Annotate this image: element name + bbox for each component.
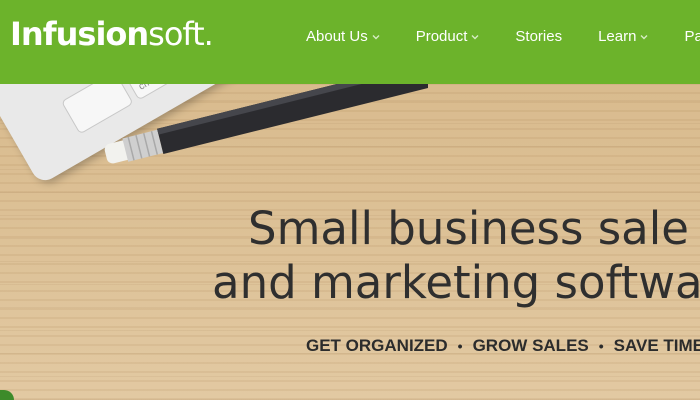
nav-item-about-us[interactable]: About Us	[306, 26, 380, 48]
tagline-separator: •	[457, 338, 463, 354]
hero-tagline: GET ORGANIZED • GROW SALES • SAVE TIME	[306, 336, 700, 356]
tagline-separator: •	[598, 338, 604, 354]
tagline-item-organized: GET ORGANIZED	[306, 336, 448, 355]
logo-dot: .	[203, 15, 214, 53]
infusionsoft-logo[interactable]: Infusionsoft.	[10, 14, 214, 54]
headline-line-2: and marketing softwa	[212, 256, 700, 309]
nav-label: Learn	[598, 28, 637, 45]
nav-label: Part	[684, 28, 700, 45]
logo-text-part2: soft	[148, 15, 204, 53]
site-header: Infusionsoft. About Us Product Stories L…	[0, 0, 700, 84]
main-nav: About Us Product Stories Learn Part	[306, 26, 700, 48]
chevron-down-icon	[471, 33, 479, 41]
plant-leaf-image	[0, 390, 14, 400]
tagline-item-grow-sales: GROW SALES	[472, 336, 589, 355]
tagline-item-save-time: SAVE TIME	[613, 336, 700, 355]
nav-label: Stories	[515, 28, 563, 45]
logo-text-part1: Infusion	[10, 15, 149, 53]
pencil-image	[104, 84, 428, 164]
nav-label: About Us	[306, 28, 368, 45]
nav-item-partners[interactable]: Part	[684, 26, 700, 48]
nav-item-product[interactable]: Product	[416, 26, 480, 48]
headline-line-1: Small business sale	[248, 202, 689, 255]
nav-item-stories[interactable]: Stories	[515, 26, 562, 48]
nav-label: Product	[415, 28, 468, 45]
nav-item-learn[interactable]: Learn	[598, 26, 648, 48]
chevron-down-icon	[372, 33, 380, 41]
hero-section: cmd Small business sale and marketing so…	[0, 84, 700, 400]
chevron-down-icon	[640, 33, 648, 41]
hero-headline: Small business sale and marketing softwa	[212, 202, 700, 310]
